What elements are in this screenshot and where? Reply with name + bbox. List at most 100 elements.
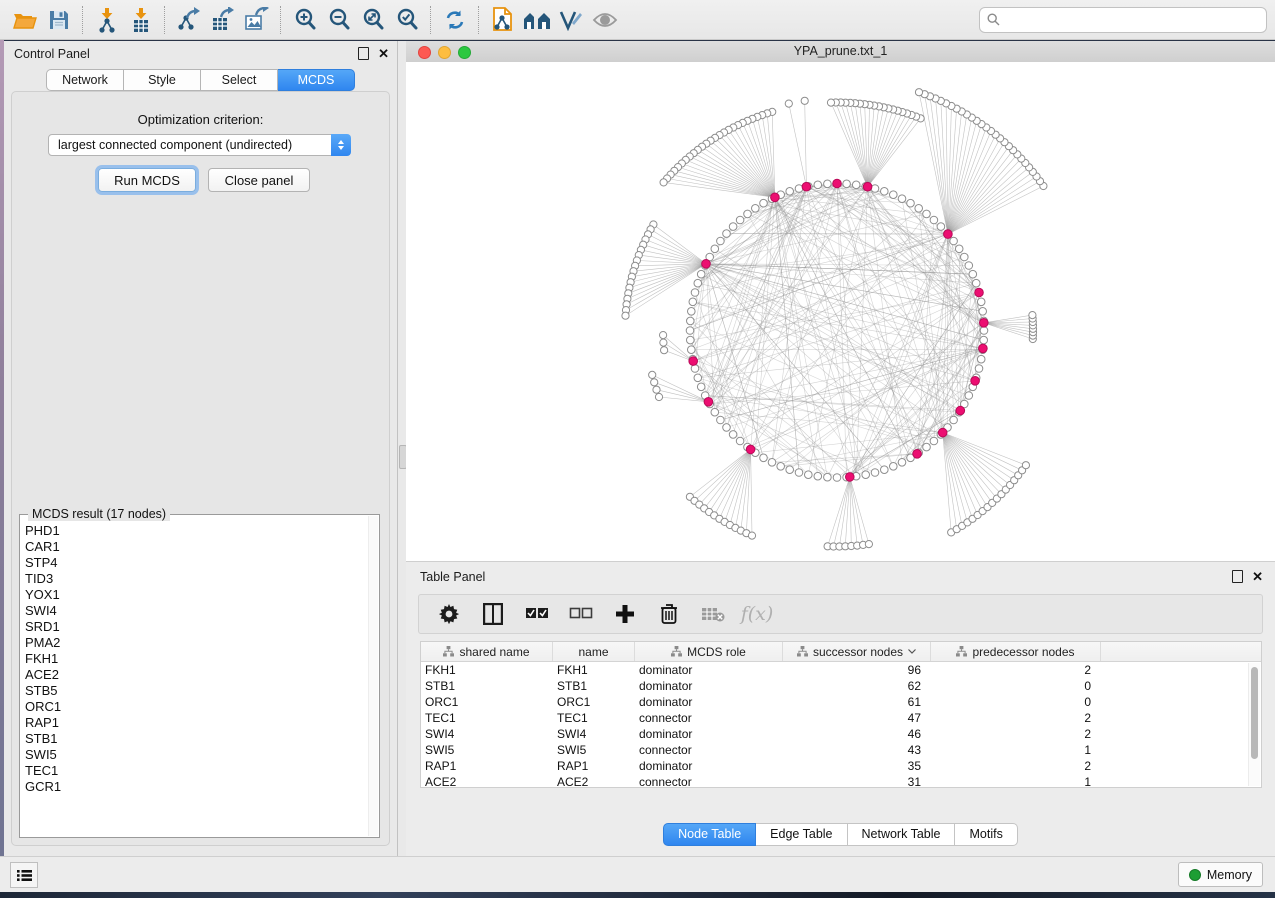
tab-network[interactable]: Network	[46, 69, 124, 91]
mcds-result-item[interactable]: CAR1	[25, 539, 367, 555]
export-network-button[interactable]	[172, 4, 206, 36]
mcds-result-item[interactable]: GCR1	[25, 779, 367, 795]
delete-button[interactable]	[657, 602, 681, 626]
mcds-result-item[interactable]: TID3	[25, 571, 367, 587]
table-row[interactable]: SWI4SWI4dominator462	[421, 726, 1261, 742]
network-window-titlebar[interactable]: YPA_prune.txt_1	[406, 41, 1275, 63]
delete-table-button	[701, 602, 725, 626]
column-label: predecessor nodes	[972, 645, 1074, 659]
mcds-result-item[interactable]: STB5	[25, 683, 367, 699]
tab-node-table[interactable]: Node Table	[663, 823, 756, 846]
mcds-result-item[interactable]: ACE2	[25, 667, 367, 683]
new-network-button[interactable]	[486, 4, 520, 36]
search-input[interactable]	[1005, 12, 1259, 28]
mcds-result-item[interactable]: SWI5	[25, 747, 367, 763]
table-row[interactable]: TEC1TEC1connector472	[421, 710, 1261, 726]
column-header-successor-nodes[interactable]: successor nodes	[783, 642, 931, 661]
cell-name: FKH1	[553, 663, 635, 677]
cell-successor_nodes: 46	[783, 727, 931, 741]
table-close-icon[interactable]: ✕	[1252, 571, 1263, 582]
select-all-button[interactable]	[525, 602, 549, 626]
zoom-selected-button[interactable]	[390, 4, 424, 36]
memory-label: Memory	[1207, 868, 1252, 882]
cell-successor_nodes: 61	[783, 695, 931, 709]
tab-motifs[interactable]: Motifs	[955, 823, 1017, 846]
search-icon	[987, 13, 1000, 26]
save-button[interactable]	[42, 4, 76, 36]
mcds-result-item[interactable]: STP4	[25, 555, 367, 571]
node-table: shared name name MCDS rolesuccessor nodes p…	[420, 641, 1262, 788]
search-box[interactable]	[979, 7, 1267, 33]
table-row[interactable]: FKH1FKH1dominator962	[421, 662, 1261, 678]
status-bar: Memory	[0, 856, 1275, 892]
column-label: name	[578, 645, 608, 659]
mcds-result-item[interactable]: PHD1	[25, 523, 367, 539]
tab-network-table[interactable]: Network Table	[848, 823, 956, 846]
mcds-result-scrollbar[interactable]	[368, 516, 378, 836]
cell-shared_name: SWI4	[421, 727, 553, 741]
mcds-result-item[interactable]: ORC1	[25, 699, 367, 715]
zoom-out-button[interactable]	[322, 4, 356, 36]
mcds-result-item[interactable]: YOX1	[25, 587, 367, 603]
select-stepper-icon[interactable]	[331, 134, 351, 156]
export-network-icon	[175, 7, 203, 33]
deselect-button[interactable]	[569, 602, 593, 626]
first-neighbors-button[interactable]	[520, 4, 554, 36]
run-mcds-button[interactable]: Run MCDS	[98, 168, 196, 192]
table-row[interactable]: SWI5SWI5connector431	[421, 742, 1261, 758]
mcds-result-item[interactable]: STB1	[25, 731, 367, 747]
column-label: shared name	[459, 645, 529, 659]
node-table-header[interactable]: shared name name MCDS rolesuccessor nodes p…	[421, 642, 1261, 662]
open-folder-button[interactable]	[8, 4, 42, 36]
cell-name: SWI4	[553, 727, 635, 741]
tab-mcds[interactable]: MCDS	[278, 69, 355, 91]
table-float-icon[interactable]	[1232, 570, 1243, 583]
zoom-in-button[interactable]	[288, 4, 322, 36]
mcds-result-item[interactable]: SWI4	[25, 603, 367, 619]
import-table-button[interactable]	[124, 4, 158, 36]
export-table-button[interactable]	[206, 4, 240, 36]
mcds-result-item[interactable]: RAP1	[25, 715, 367, 731]
control-panel: Control Panel ✕ NetworkStyleSelectMCDS O…	[4, 41, 398, 858]
mcds-result-item[interactable]: TEC1	[25, 763, 367, 779]
export-image-button[interactable]	[240, 4, 274, 36]
table-panel: Table Panel ✕ f(x) shared namenameMCDS r…	[406, 561, 1275, 858]
column-header-name[interactable]: name	[553, 642, 635, 661]
memory-button[interactable]: Memory	[1178, 862, 1263, 887]
close-panel-icon[interactable]: ✕	[378, 48, 389, 59]
table-row[interactable]: RAP1RAP1dominator352	[421, 758, 1261, 774]
tab-select[interactable]: Select	[201, 69, 278, 91]
split-columns-button[interactable]	[481, 602, 505, 626]
mcds-result-box: MCDS result (17 nodes) PHD1CAR1STP4TID3Y…	[19, 514, 380, 838]
mcds-result-list[interactable]: PHD1CAR1STP4TID3YOX1SWI4SRD1PMA2FKH1ACE2…	[25, 523, 367, 835]
tab-edge-table[interactable]: Edge Table	[756, 823, 847, 846]
gear-button[interactable]	[437, 602, 461, 626]
table-row[interactable]: ACE2ACE2connector311	[421, 774, 1261, 788]
table-scrollbar[interactable]	[1248, 663, 1260, 786]
mcds-result-item[interactable]: PMA2	[25, 635, 367, 651]
column-header-predecessor-nodes[interactable]: predecessor nodes	[931, 642, 1101, 661]
column-header-MCDS-role[interactable]: MCDS role	[635, 642, 783, 661]
tab-style[interactable]: Style	[124, 69, 201, 91]
refresh-button[interactable]	[438, 4, 472, 36]
table-row[interactable]: ORC1ORC1dominator610	[421, 694, 1261, 710]
table-row[interactable]: STB1STB1dominator620	[421, 678, 1261, 694]
mcds-result-item[interactable]: FKH1	[25, 651, 367, 667]
hide-selected-button[interactable]	[554, 4, 588, 36]
column-header-shared-name[interactable]: shared name	[421, 642, 553, 661]
import-network-button[interactable]	[90, 4, 124, 36]
close-panel-button[interactable]: Close panel	[208, 168, 310, 192]
show-all-button[interactable]	[588, 4, 622, 36]
add-button[interactable]	[613, 602, 637, 626]
table-scrollbar-thumb[interactable]	[1251, 667, 1258, 759]
network-graph[interactable]	[406, 62, 1275, 561]
network-canvas[interactable]	[406, 62, 1275, 561]
cell-name: ORC1	[553, 695, 635, 709]
mcds-result-item[interactable]: SRD1	[25, 619, 367, 635]
zoom-fit-button[interactable]	[356, 4, 390, 36]
main-toolbar	[0, 0, 1275, 40]
optimization-criterion-select[interactable]: largest connected component (undirected)	[48, 134, 345, 156]
control-panel-title: Control Panel	[14, 47, 90, 61]
task-history-button[interactable]	[10, 862, 38, 888]
float-panel-icon[interactable]	[358, 47, 369, 60]
